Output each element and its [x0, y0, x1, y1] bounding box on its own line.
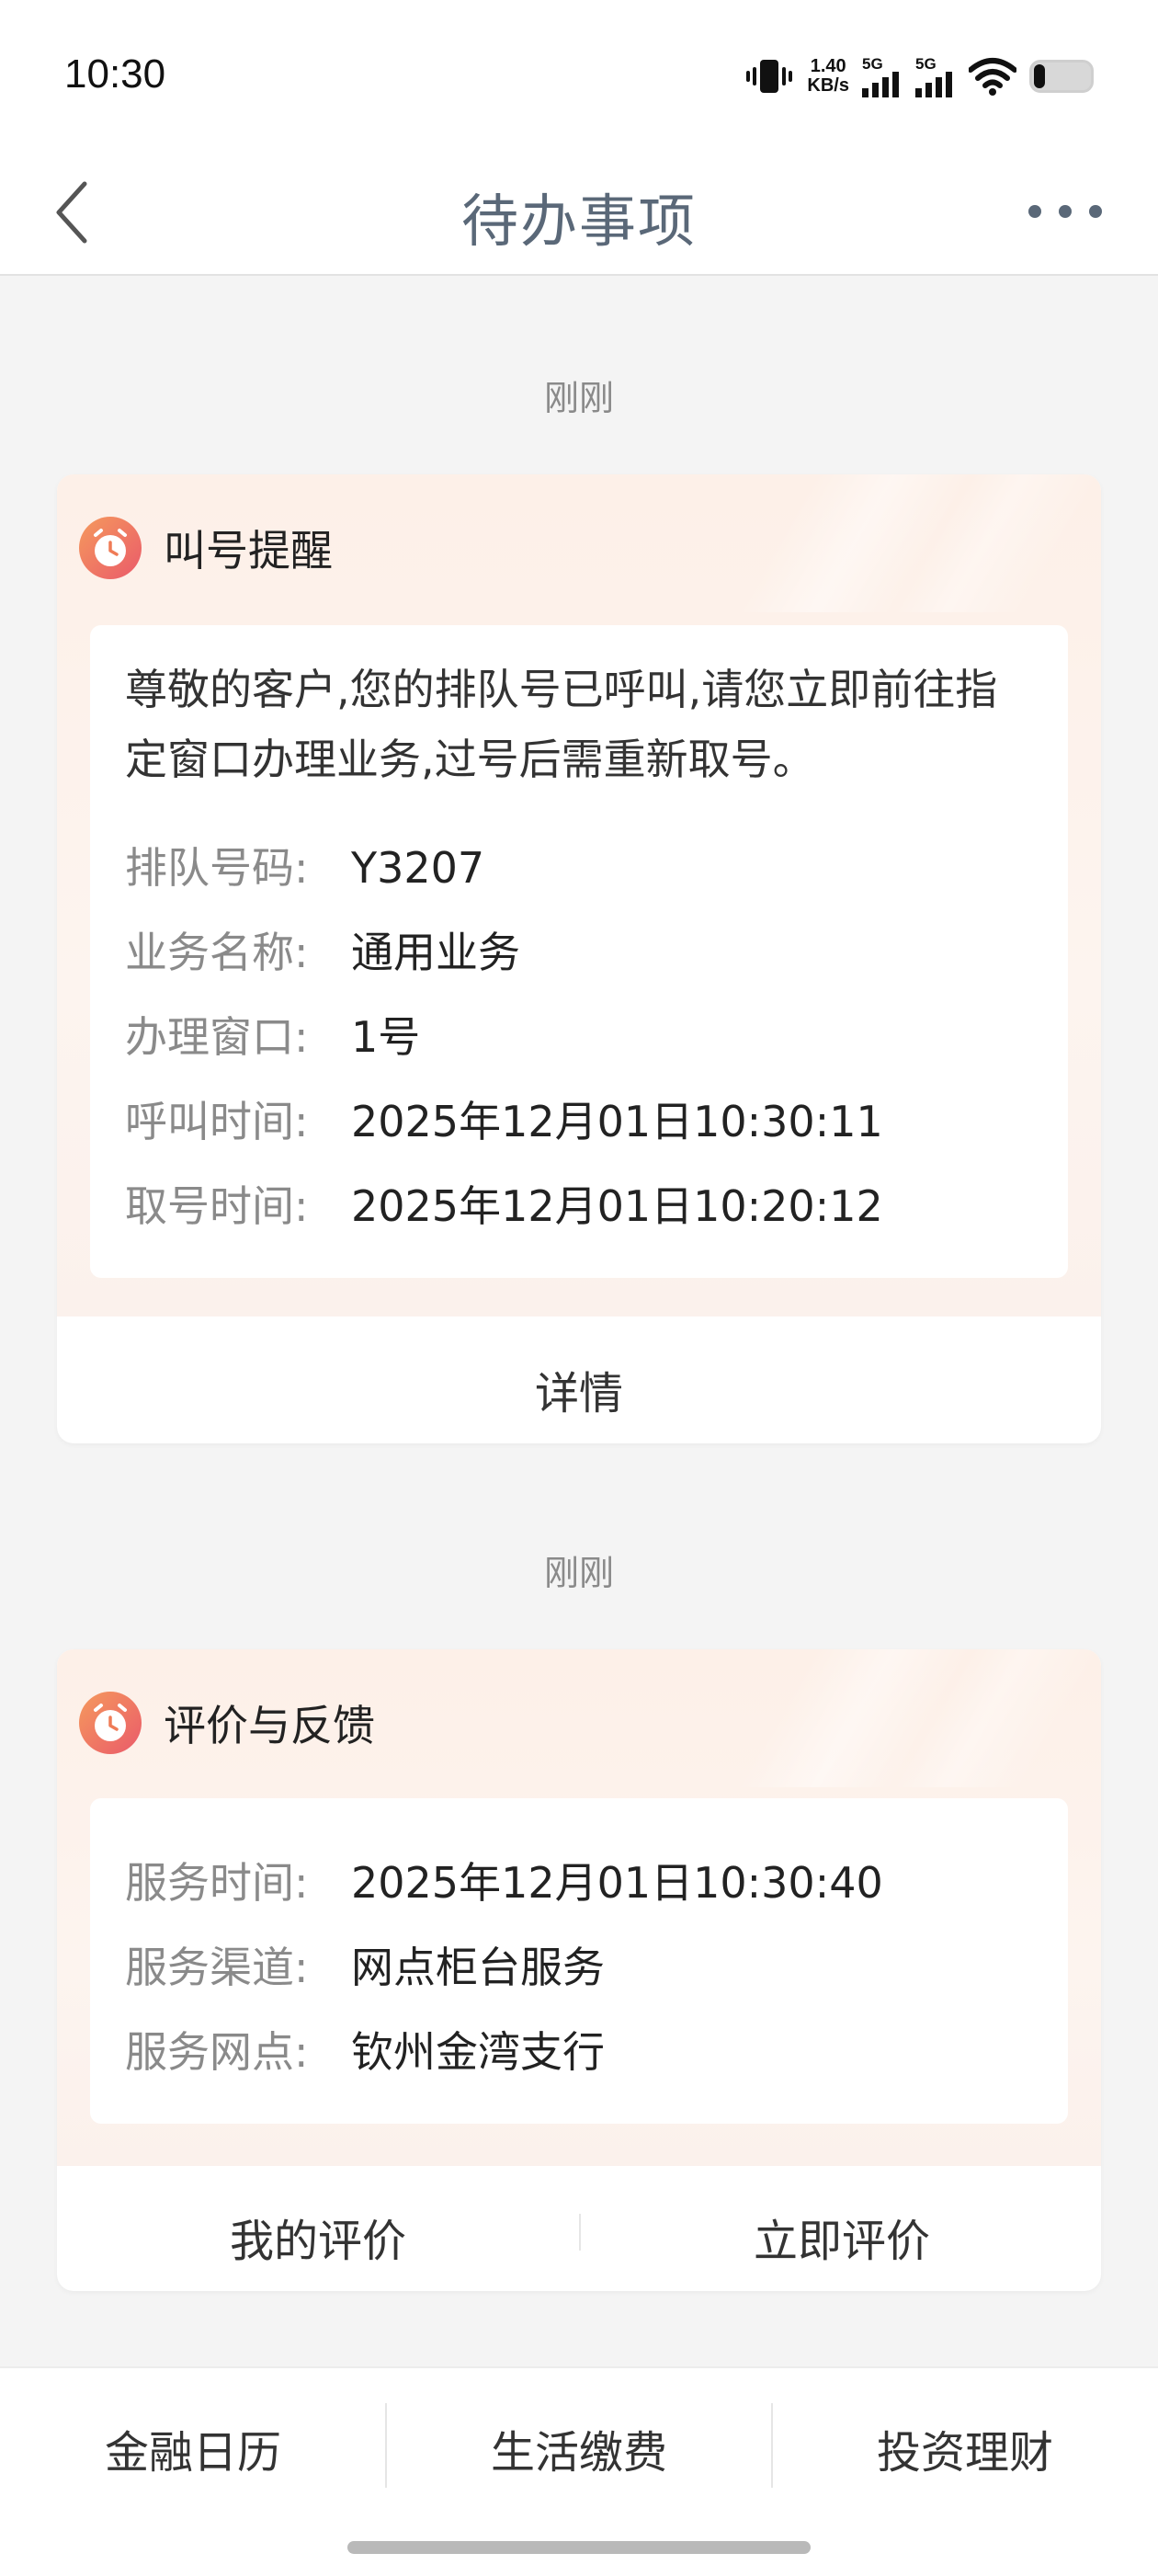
- feedback-card: 评价与反馈 服务时间: 2025年12月01日10:30:40 服务渠道: 网点…: [57, 1649, 1101, 2291]
- status-bar: 10:30 1.40 KB/s 5G 5G: [0, 0, 1158, 147]
- card-title: 评价与反馈: [164, 1701, 375, 1750]
- field-value: 通用业务: [351, 928, 520, 977]
- field-label: 服务时间:: [125, 1858, 309, 1908]
- field-label: 业务名称:: [125, 928, 309, 977]
- field-label: 办理窗口:: [125, 1012, 309, 1062]
- rate-now-button[interactable]: 立即评价: [581, 2205, 1101, 2269]
- battery-icon: [1029, 60, 1094, 93]
- notice-text: 尊敬的客户,您的排队号已呼叫,请您立即前往指定窗口办理业务,过号后需重新取号。: [125, 665, 998, 784]
- clock-icon: [79, 517, 142, 579]
- status-icons: 1.40 KB/s 5G 5G: [744, 53, 1094, 99]
- wifi-icon: [969, 58, 1016, 96]
- sim1-signal: 5G: [862, 56, 903, 97]
- field-label: 取号时间:: [125, 1181, 309, 1231]
- field-value: 1号: [351, 1012, 421, 1062]
- card-content: 尊敬的客户,您的排队号已呼叫,请您立即前往指定窗口办理业务,过号后需重新取号。 …: [90, 625, 1068, 1278]
- details-button[interactable]: 详情: [57, 1357, 1101, 1421]
- field-label: 呼叫时间:: [125, 1097, 309, 1146]
- sim2-label: 5G: [915, 54, 937, 73]
- more-dots-icon[interactable]: [1024, 184, 1107, 239]
- card-time-label: 刚刚: [543, 378, 614, 418]
- nav-bar: 待办事项: [0, 147, 1158, 276]
- net-speed: 1.40 KB/s: [807, 57, 849, 96]
- field-row: 办理窗口: 1号: [125, 1004, 420, 1065]
- signal-icon: [915, 71, 952, 97]
- battery-level: [1034, 64, 1045, 88]
- field-value: 钦州金湾支行: [351, 2027, 605, 2077]
- home-indicator[interactable]: [347, 2541, 811, 2554]
- field-value: 网点柜台服务: [351, 1943, 605, 1992]
- field-row: 业务名称: 通用业务: [125, 919, 520, 980]
- clock-icon: [79, 1692, 142, 1754]
- bottom-item-finance-calendar[interactable]: 金融日历: [0, 2416, 386, 2480]
- field-row: 呼叫时间: 2025年12月01日10:30:11: [125, 1089, 883, 1149]
- bottom-bar: 金融日历 生活缴费 投资理财: [0, 2366, 1158, 2576]
- field-row: 服务时间: 2025年12月01日10:30:40: [125, 1850, 883, 1910]
- card-time-label: 刚刚: [543, 1553, 614, 1593]
- call-reminder-card: 叫号提醒 尊敬的客户,您的排队号已呼叫,请您立即前往指定窗口办理业务,过号后需重…: [57, 474, 1101, 1443]
- my-review-button[interactable]: 我的评价: [57, 2205, 579, 2269]
- field-value: 2025年12月01日10:20:12: [351, 1181, 883, 1231]
- sim1-label: 5G: [862, 54, 883, 73]
- net-speed-value: 1.40: [810, 56, 846, 76]
- field-label: 服务网点:: [125, 2027, 309, 2077]
- field-row: 服务渠道: 网点柜台服务: [125, 1934, 605, 1995]
- field-label: 服务渠道:: [125, 1943, 309, 1992]
- field-value: 2025年12月01日10:30:40: [351, 1858, 883, 1908]
- field-value: 2025年12月01日10:30:11: [351, 1097, 883, 1146]
- card-header: 评价与反馈: [77, 1690, 375, 1756]
- field-row: 服务网点: 钦州金湾支行: [125, 2019, 605, 2080]
- bottom-item-utility-payment[interactable]: 生活缴费: [386, 2416, 772, 2480]
- card-header: 叫号提醒: [77, 515, 333, 581]
- signal-icon: [862, 71, 899, 97]
- card-content: 服务时间: 2025年12月01日10:30:40 服务渠道: 网点柜台服务 服…: [90, 1798, 1068, 2124]
- field-value: Y3207: [351, 843, 485, 893]
- vibrate-icon: [746, 60, 793, 93]
- net-speed-unit: KB/s: [807, 75, 849, 96]
- sim2-signal: 5G: [915, 56, 956, 97]
- field-label: 排队号码:: [125, 843, 309, 893]
- field-row: 排队号码: Y3207: [125, 835, 484, 895]
- page-title: 待办事项: [460, 188, 697, 255]
- card-title: 叫号提醒: [164, 526, 333, 576]
- bottom-item-investment[interactable]: 投资理财: [772, 2416, 1158, 2480]
- status-time: 10:30: [64, 51, 166, 97]
- field-row: 取号时间: 2025年12月01日10:20:12: [125, 1173, 883, 1234]
